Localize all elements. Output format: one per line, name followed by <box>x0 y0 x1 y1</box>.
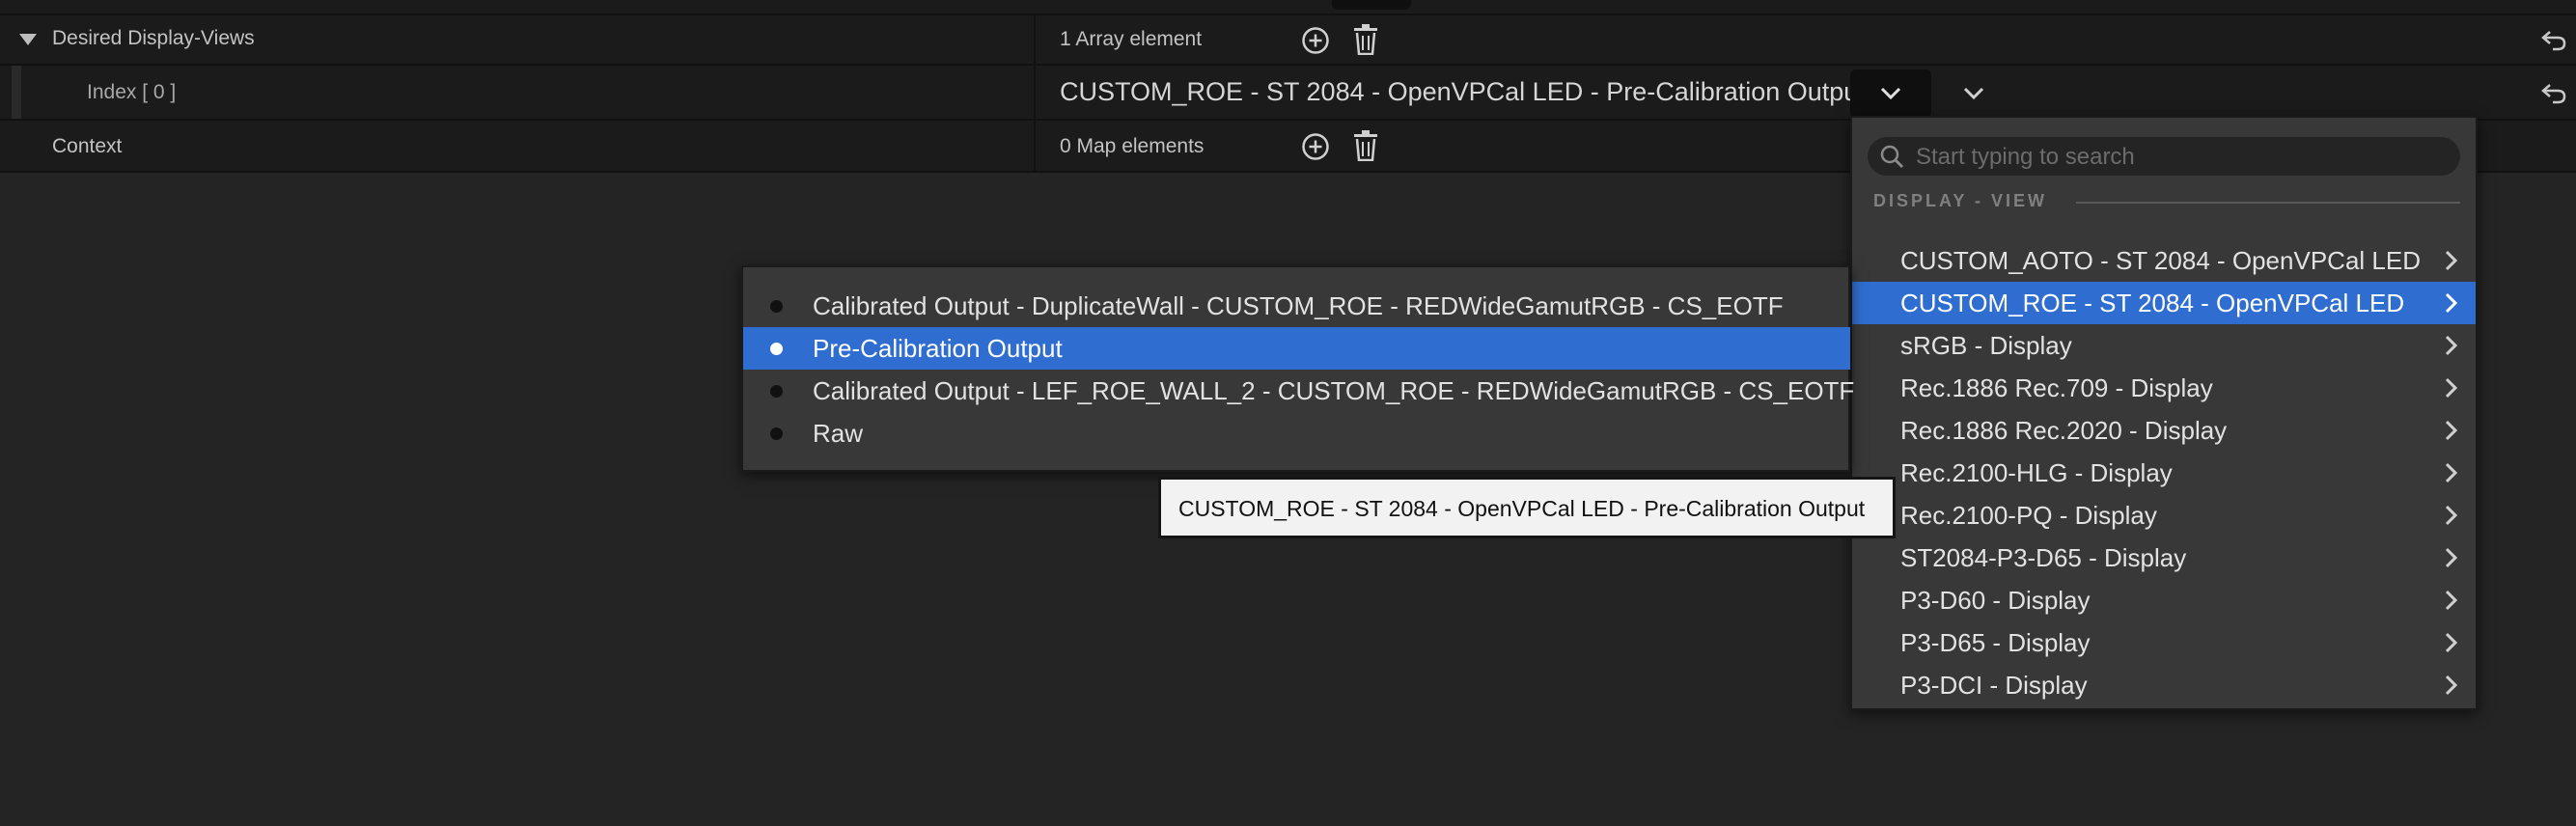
display-view-item-label: Rec.1886 Rec.709 - Display <box>1900 373 2213 402</box>
row-desired-display-views: Desired Display-Views 1 Array element <box>0 15 2576 66</box>
clear-elements-button[interactable] <box>1349 23 1382 56</box>
chevron-right-icon <box>2445 420 2458 441</box>
view-item-label: Pre-Calibration Output <box>813 334 1063 363</box>
chevron-right-icon <box>2445 590 2458 611</box>
reset-to-default-button[interactable] <box>2539 79 2568 108</box>
row-name-cell: Context <box>0 121 1036 171</box>
clear-elements-button[interactable] <box>1349 129 1382 162</box>
row-index-0: Index [ 0 ] CUSTOM_ROE - ST 2084 - OpenV… <box>0 66 2576 121</box>
radio-dot-icon <box>770 427 783 440</box>
search-box[interactable] <box>1868 137 2460 178</box>
radio-dot-icon <box>770 300 783 313</box>
view-item[interactable]: Pre-Calibration Output <box>743 327 1850 370</box>
chevron-right-icon <box>2445 632 2458 653</box>
display-view-item-label: ST2084-P3-D65 - Display <box>1900 543 2187 572</box>
indent-guide <box>12 66 21 119</box>
chevron-right-icon <box>2445 547 2458 568</box>
display-view-value: CUSTOM_ROE - ST 2084 - OpenVPCal LED - P… <box>1060 77 1866 106</box>
view-item-label: Calibrated Output - DuplicateWall - CUST… <box>813 291 1784 320</box>
chevron-right-icon <box>2445 462 2458 483</box>
display-view-item[interactable]: Rec.1886 Rec.2020 - Display <box>1852 409 2476 452</box>
property-name: Desired Display-Views <box>52 27 255 49</box>
search-icon <box>1880 145 1904 169</box>
chevron-right-icon <box>2445 505 2458 526</box>
map-count: 0 Map elements <box>1060 135 1205 157</box>
search-input[interactable] <box>1914 137 2449 178</box>
display-view-item-label: P3-D65 - Display <box>1900 628 2091 657</box>
display-view-item-label: Rec.2100-HLG - Display <box>1900 458 2173 487</box>
chevron-right-icon <box>2445 250 2458 271</box>
display-dropdown-button[interactable] <box>1850 69 1931 118</box>
section-divider <box>2076 202 2460 204</box>
chevron-right-icon <box>2445 335 2458 356</box>
display-view-item-label: CUSTOM_ROE - ST 2084 - OpenVPCal LED <box>1900 289 2405 317</box>
chevron-down-icon <box>1963 87 1984 100</box>
value-tooltip: CUSTOM_ROE - ST 2084 - OpenVPCal LED - P… <box>1158 477 1896 538</box>
plus-circle-icon <box>1302 27 1329 54</box>
display-view-item[interactable]: CUSTOM_AOTO - ST 2084 - OpenVPCal LED <box>1852 239 2476 282</box>
view-item-label: Raw <box>813 419 864 448</box>
trash-icon <box>1354 24 1377 55</box>
display-view-item[interactable]: Rec.2100-PQ - Display <box>1852 494 2476 537</box>
chevron-right-icon <box>2445 675 2458 696</box>
view-item[interactable]: Calibrated Output - LEF_ROE_WALL_2 - CUS… <box>743 370 1854 412</box>
property-name: Context <box>52 135 123 157</box>
view-item-label: Calibrated Output - LEF_ROE_WALL_2 - CUS… <box>813 376 1855 405</box>
array-count: 1 Array element <box>1060 28 1203 50</box>
tooltip-text: CUSTOM_ROE - ST 2084 - OpenVPCal LED - P… <box>1178 496 1866 521</box>
undo-arrow-icon <box>2541 84 2566 104</box>
trash-icon <box>1354 130 1377 161</box>
radio-dot-icon <box>770 343 783 355</box>
collapse-triangle-icon[interactable] <box>19 34 37 47</box>
previous-row-button-edge <box>1332 0 1411 10</box>
view-dropdown-button[interactable] <box>1957 77 1990 110</box>
view-item[interactable]: Raw <box>743 412 1850 454</box>
display-view-item-label: Rec.2100-PQ - Display <box>1900 501 2157 530</box>
reset-to-default-button[interactable] <box>2539 26 2568 55</box>
chevron-down-icon <box>1880 87 1901 100</box>
view-item[interactable]: Calibrated Output - DuplicateWall - CUST… <box>743 285 1850 327</box>
display-view-item-label: Rec.1886 Rec.2020 - Display <box>1900 416 2228 445</box>
add-element-button[interactable] <box>1299 24 1332 57</box>
row-name-cell: Desired Display-Views <box>0 15 1036 64</box>
property-name: Index [ 0 ] <box>87 81 177 103</box>
display-view-item-label: sRGB - Display <box>1900 331 2072 360</box>
display-view-item-label: CUSTOM_AOTO - ST 2084 - OpenVPCal LED <box>1900 246 2421 275</box>
display-view-menu: DISPLAY - VIEW CUSTOM_AOTO - ST 2084 - O… <box>1850 116 2478 710</box>
display-view-item[interactable]: Rec.2100-HLG - Display <box>1852 452 2476 494</box>
radio-dot-icon <box>770 385 783 398</box>
undo-arrow-icon <box>2541 31 2566 51</box>
display-view-item[interactable]: CUSTOM_ROE - ST 2084 - OpenVPCal LED <box>1852 282 2476 324</box>
display-view-item[interactable]: P3-D60 - Display <box>1852 579 2476 621</box>
section-header: DISPLAY - VIEW <box>1873 191 2048 210</box>
chevron-right-icon <box>2445 377 2458 399</box>
display-view-item[interactable]: Rec.1886 Rec.709 - Display <box>1852 367 2476 409</box>
chevron-right-icon <box>2445 292 2458 314</box>
display-view-item-label: P3-DCI - Display <box>1900 671 2088 700</box>
display-view-item-label: P3-D60 - Display <box>1900 586 2091 615</box>
plus-circle-icon <box>1302 133 1329 160</box>
display-view-item[interactable]: P3-D65 - Display <box>1852 621 2476 664</box>
display-view-item[interactable]: sRGB - Display <box>1852 324 2476 367</box>
display-view-item[interactable]: ST2084-P3-D65 - Display <box>1852 537 2476 579</box>
previous-row-edge <box>0 0 2576 15</box>
display-view-item[interactable]: P3-DCI - Display <box>1852 664 2476 706</box>
details-panel: Desired Display-Views 1 Array element In… <box>0 0 2576 826</box>
row-name-cell: Index [ 0 ] <box>0 66 1036 119</box>
add-element-button[interactable] <box>1299 130 1332 163</box>
view-submenu: Calibrated Output - DuplicateWall - CUST… <box>741 265 1854 472</box>
